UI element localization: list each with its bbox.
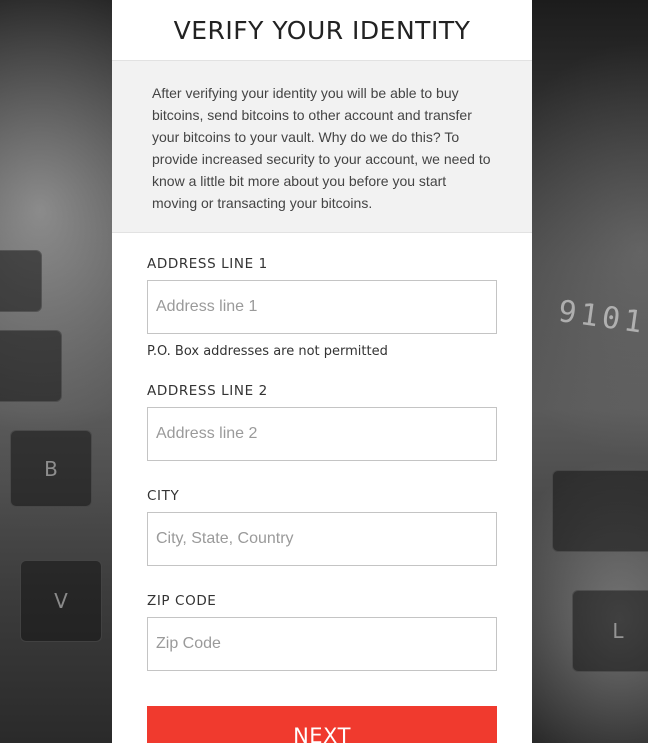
keyboard-key <box>552 470 648 552</box>
keyboard-key: L <box>572 590 648 672</box>
panel-header: VERIFY YOUR IDENTITY <box>112 0 532 61</box>
address-line-1-input[interactable] <box>147 280 497 334</box>
city-input[interactable] <box>147 512 497 566</box>
address-line-2-input[interactable] <box>147 407 497 461</box>
background-keys-left: B V <box>0 0 112 743</box>
address-form: ADDRESS LINE 1 P.O. Box addresses are no… <box>112 233 532 671</box>
address-line-1-label: ADDRESS LINE 1 <box>147 256 268 272</box>
keyboard-key <box>0 250 42 312</box>
keyboard-key <box>0 330 62 402</box>
keyboard-key: B <box>10 430 92 507</box>
background-keys-right: 9101 L <box>532 0 648 743</box>
intro-text: After verifying your identity you will b… <box>152 85 491 211</box>
address-line-1-group: ADDRESS LINE 1 P.O. Box addresses are no… <box>147 233 497 359</box>
intro-box: After verifying your identity you will b… <box>112 61 532 233</box>
address-line-2-group: ADDRESS LINE 2 <box>147 359 497 461</box>
po-box-hint: P.O. Box addresses are not permitted <box>147 344 388 359</box>
city-group: CITY <box>147 461 497 566</box>
page: B V 9101 L VERIFY YOUR IDENTITY After ve… <box>0 0 648 743</box>
verify-identity-panel: VERIFY YOUR IDENTITY After verifying you… <box>112 0 532 743</box>
address-line-2-label: ADDRESS LINE 2 <box>147 383 268 399</box>
zip-code-group: ZIP CODE <box>147 566 497 671</box>
zip-code-input[interactable] <box>147 617 497 671</box>
keyboard-key: V <box>20 560 102 642</box>
city-label: CITY <box>147 488 180 504</box>
page-title: VERIFY YOUR IDENTITY <box>173 15 471 45</box>
zip-code-label: ZIP CODE <box>147 593 217 609</box>
card-number-text: 9101 <box>555 294 648 341</box>
next-button[interactable]: NEXT <box>147 706 497 743</box>
